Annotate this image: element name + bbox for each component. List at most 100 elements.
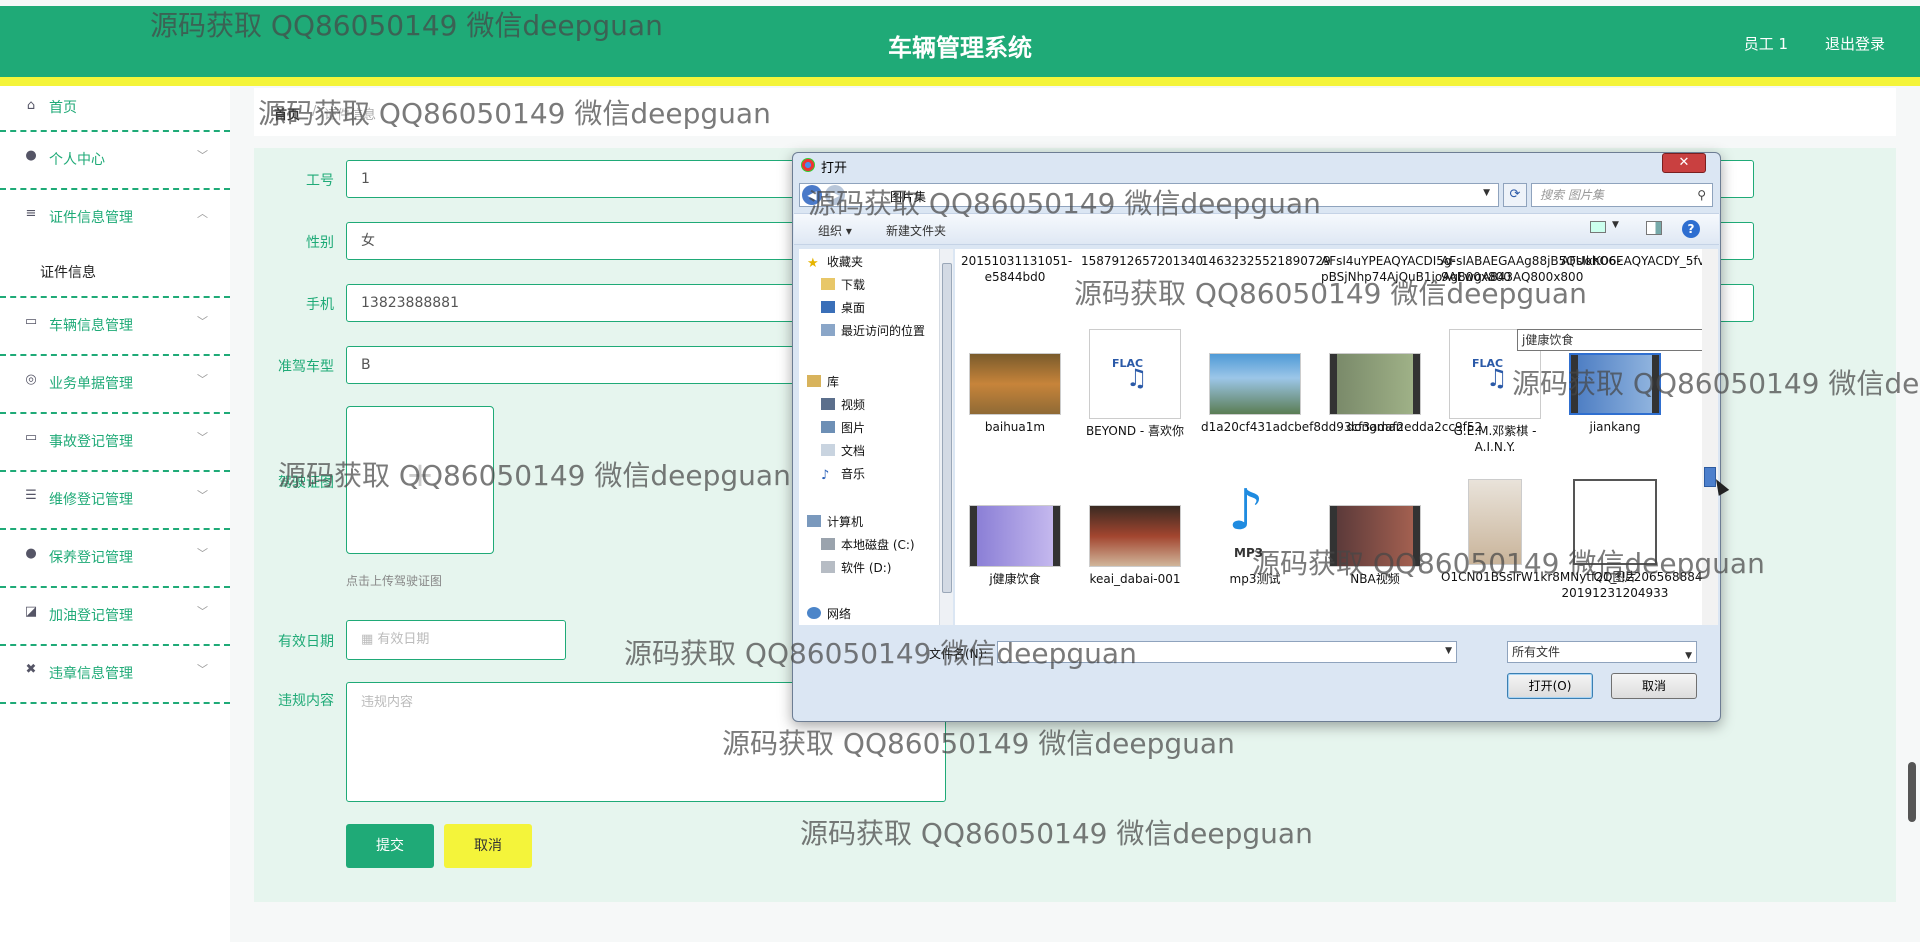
nav-recent[interactable]: 最近访问的位置 [821,322,925,340]
address-bar[interactable]: ◀ ▶ 图片集 ▼ [799,183,1499,207]
file-item[interactable]: 14632325521890729 [1201,253,1331,269]
chevron-down-icon: ﹀ [197,663,208,676]
sidebar-item-maintenance[interactable]: ● 保养登记管理 ﹀ [0,530,230,588]
nav-pictures[interactable]: 图片 [821,419,865,437]
file-item[interactable]: baihua1m [961,353,1069,435]
logout-link[interactable]: 退出登录 [1825,33,1885,54]
chat-icon: ▭ [24,430,38,445]
license-photo-upload[interactable]: + [346,406,494,554]
nav-desktop[interactable]: 桌面 [821,299,865,317]
file-name: NBA视频 [1350,572,1400,586]
sidebar-item-violations[interactable]: ✖ 违章信息管理 ﹀ [0,646,230,704]
refresh-icon[interactable]: ⟳ [1503,183,1527,207]
preview-pane-icon[interactable] [1646,221,1662,235]
dialog-close-button[interactable]: ✕ [1662,153,1706,173]
nav-disk-d[interactable]: 软件 (D:) [821,559,891,577]
video-thumbnail [1569,353,1661,415]
sidebar-item-documents[interactable]: ◎ 业务单据管理 ﹀ [0,356,230,414]
file-item[interactable]: AFsIkK06EAQYACDY_5fvBSjO1vLkBTDIATjIAQ!4… [1561,253,1702,269]
chevron-down-icon: ﹀ [197,149,208,162]
sidebar-item-certificates[interactable]: ≡ 证件信息管理 ︿ [0,190,230,248]
sidebar-item-personal[interactable]: ● 个人中心 ﹀ [0,132,230,190]
submit-button[interactable]: 提交 [346,824,434,868]
sidebar-item-fuel[interactable]: ◪ 加油登记管理 ﹀ [0,588,230,646]
file-item[interactable]: d1a20cf431adcbef8dd93cf3adaf2edda2cc9f52 [1201,353,1482,435]
recent-icon [821,324,835,336]
file-thumbnail [1468,479,1522,565]
organize-menu[interactable]: 组织 ▾ [818,222,852,239]
nav-computer[interactable]: 计算机 [807,513,863,531]
file-item[interactable]: O1CN01BSslrW1kr8MNytf21_!!2206568884736 [1441,479,1702,585]
file-item[interactable]: AFsIABAEGAAg88jB5QUohO6-9AEwgA843AQ800x8… [1441,253,1621,285]
license-photo-label: 驾驶证图 [278,475,334,491]
dialog-cancel-button[interactable]: 取消 [1611,673,1697,699]
nav-label: 软件 (D:) [841,561,892,575]
nav-videos[interactable]: 视频 [821,396,865,414]
file-name: O1CN01BSslrW1kr8MNytf21_!!2206568884736 [1441,570,1702,584]
video-thumbnail [1329,353,1421,415]
sidebar-item-vehicles[interactable]: ▭ 车辆信息管理 ﹀ [0,298,230,356]
sidebar-item-home[interactable]: ⌂ 首页 [0,86,230,132]
sidebar-subitem-certificate-info[interactable]: 证件信息 [0,248,230,298]
nav-scrollbar[interactable] [939,249,953,625]
nav-network[interactable]: 网络 [807,605,851,623]
mp3-file-icon: ♪ MP3 [1220,481,1290,567]
dialog-search-input[interactable]: 搜索 图片集 ⚲ [1531,183,1713,207]
nav-favorites[interactable]: ★ 收藏夹 [807,253,863,271]
breadcrumb-home[interactable]: 首页 [274,104,300,123]
person-icon: ● [25,148,37,163]
file-item[interactable]: FLAC ♫ BEYOND - 喜欢你 [1081,329,1189,439]
back-arrow-icon[interactable]: ◀ [802,185,822,205]
nav-label: 计算机 [827,515,864,529]
list-icon: ☰ [25,488,37,503]
file-list: 20151031131051-e5844bd0 1587912657201340… [955,249,1702,625]
menu-icon: ≡ [25,206,37,221]
nav-documents[interactable]: 文档 [821,442,865,460]
file-item[interactable]: j健康饮食 [961,505,1069,587]
header-stripe [0,77,1920,86]
file-list-scrollbar[interactable] [1702,249,1718,625]
new-folder-button[interactable]: 新建文件夹 [886,222,946,239]
file-item[interactable]: keai_dabai-001 [1081,505,1189,587]
filetype-select[interactable]: 所有文件 ▼ [1507,641,1697,663]
valid-date-field[interactable]: ▦ 有效日期 [346,620,566,660]
file-item[interactable]: dongman [1321,353,1429,435]
chevron-down-icon: ﹀ [197,605,208,618]
file-name: BEYOND - 喜欢你 [1085,424,1185,438]
file-name: mp3测试 [1229,572,1281,586]
file-item[interactable]: NBA视频 [1321,505,1429,587]
sidebar-item-accidents[interactable]: ▭ 事故登记管理 ﹀ [0,414,230,472]
file-item[interactable]: jiankang [1561,353,1669,435]
file-item[interactable]: QQ图片20191231204933 [1561,479,1669,601]
help-icon[interactable]: ? [1682,220,1700,238]
breadcrumb-current: 证件信息 [324,108,377,123]
nav-scroll-thumb[interactable] [942,263,952,593]
sidebar-item-repairs[interactable]: ☰ 维修登记管理 ﹀ [0,472,230,530]
chrome-icon [801,158,815,172]
video-thumbnail [969,505,1061,567]
navigation-pane: ★ 收藏夹 下载 桌面 最近访问的位置 库 视频 图片 文档 ♪ 音乐 计算机 本地… [799,249,939,625]
chevron-down-icon[interactable]: ▼ [1612,220,1619,230]
nav-label: 库 [827,375,840,389]
music-note-icon: ♪ [1228,478,1264,543]
file-item[interactable]: AFsI4uYPEAQYACDI5g-pBSjNhp74AjQuB1joAg80… [1321,253,1511,285]
nav-label: 音乐 [841,467,866,481]
dialog-open-button[interactable]: 打开(O) [1507,673,1593,699]
nav-libraries[interactable]: 库 [807,373,839,391]
forward-arrow-icon[interactable]: ▶ [825,185,845,205]
file-item[interactable]: 20151031131051-e5844bd0 [961,253,1072,285]
view-icon[interactable] [1590,221,1606,233]
nav-music[interactable]: ♪ 音乐 [821,465,865,483]
sidebar-item-label: 业务单据管理 [49,376,133,392]
nav-disk-c[interactable]: 本地磁盘 (C:) [821,536,915,554]
nav-downloads[interactable]: 下载 [821,276,865,294]
chevron-down-icon[interactable]: ▼ [1483,188,1490,198]
file-item[interactable]: ♪ MP3 mp3测试 [1201,481,1309,587]
cancel-button[interactable]: 取消 [444,824,532,868]
page-scrollbar[interactable] [1908,762,1916,822]
video-thumbnail [1329,505,1421,567]
valid-date-placeholder: 有效日期 [377,632,430,647]
file-item[interactable]: 1587912657201340 [1081,253,1203,269]
filename-input[interactable]: ▼ [997,641,1457,663]
chevron-down-icon[interactable]: ▼ [1445,646,1452,656]
